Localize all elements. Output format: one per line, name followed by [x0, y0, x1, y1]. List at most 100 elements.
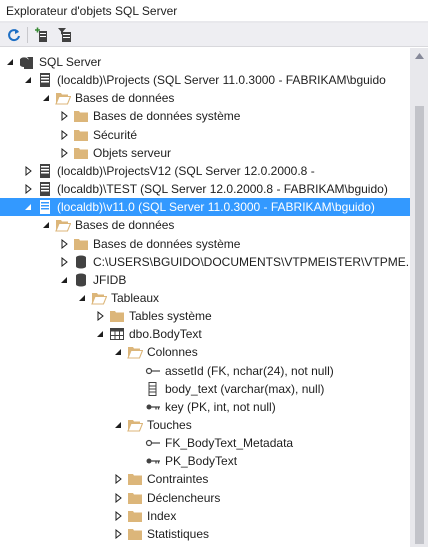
folder-open-icon — [127, 417, 143, 433]
folder-icon — [127, 526, 143, 542]
tree-node-label: FK_BodyText_Metadata — [165, 436, 294, 451]
chevron-up-icon — [414, 53, 424, 59]
primary-key-icon — [145, 453, 161, 469]
tree-node-label: Colonnes — [147, 345, 198, 360]
expand-arrow-icon[interactable] — [23, 202, 33, 212]
tree-node[interactable]: assetId (FK, nchar(24), not null) — [0, 362, 410, 380]
tree-node[interactable]: Bases de données — [0, 89, 410, 107]
folder-icon — [127, 508, 143, 524]
folder-icon — [109, 308, 125, 324]
tree-node[interactable]: (localdb)\ProjectsV12 (SQL Server 12.0.2… — [0, 162, 410, 180]
tree-node[interactable]: Colonnes — [0, 343, 410, 361]
collapse-arrow-icon[interactable] — [23, 184, 33, 195]
tree-node[interactable]: body_text (varchar(max), null) — [0, 380, 410, 398]
expand-arrow-icon[interactable] — [23, 75, 33, 85]
tree-node-label: Bases de données — [75, 91, 175, 106]
collapse-arrow-icon[interactable] — [59, 111, 69, 122]
column-icon — [145, 381, 161, 397]
expand-arrow-icon[interactable] — [41, 220, 51, 230]
collapse-arrow-icon[interactable] — [59, 147, 69, 158]
window-title: Explorateur d'objets SQL Server — [6, 4, 178, 18]
collapse-arrow-icon[interactable] — [95, 311, 105, 322]
title-bar: Explorateur d'objets SQL Server — [0, 0, 428, 23]
expand-arrow-icon[interactable] — [5, 57, 15, 67]
tree-node[interactable]: Touches — [0, 416, 410, 434]
collapse-arrow-icon[interactable] — [59, 129, 69, 140]
tree-node[interactable]: Bases de données système — [0, 235, 410, 253]
expand-arrow-icon[interactable] — [59, 275, 69, 285]
tree-node[interactable]: FK_BodyText_Metadata — [0, 434, 410, 452]
tree-node-label: Index — [147, 508, 177, 523]
tree-node-label: JFIDB — [93, 272, 127, 287]
folder-open-icon — [127, 344, 143, 360]
expand-arrow-icon[interactable] — [95, 329, 105, 339]
tree-node-label: Statistiques — [147, 526, 210, 541]
tree-node-label: Bases de données système — [93, 109, 241, 124]
expand-arrow-icon[interactable] — [41, 93, 51, 103]
tree-node[interactable]: Contraintes — [0, 470, 410, 488]
tree-node[interactable]: Bases de données système — [0, 107, 410, 125]
tree-node[interactable]: Bases de données — [0, 216, 410, 234]
tree-node[interactable]: SQL Server — [0, 53, 410, 71]
scroll-thumb[interactable] — [415, 106, 424, 544]
primary-key-column-icon — [145, 399, 161, 415]
tree-node[interactable]: (localdb)\v11.0 (SQL Server 11.0.3000 - … — [0, 198, 410, 217]
tree-node[interactable]: key (PK, int, not null) — [0, 398, 410, 416]
tree-node-label: assetId (FK, nchar(24), not null) — [165, 363, 334, 378]
vertical-scrollbar[interactable] — [410, 48, 428, 547]
folder-icon — [127, 471, 143, 487]
folder-open-icon — [55, 90, 71, 106]
tree-node[interactable]: PK_BodyText — [0, 452, 410, 470]
tree-node[interactable]: (localdb)\Projects (SQL Server 11.0.3000… — [0, 71, 410, 89]
collapse-arrow-icon[interactable] — [59, 256, 69, 267]
tree-node[interactable]: Déclencheurs — [0, 489, 410, 507]
collapse-arrow-icon[interactable] — [113, 492, 123, 503]
tree-node-label: C:\USERS\BGUIDO\DOCUMENTS\VTPMEISTER\VTP… — [93, 254, 410, 269]
tree-node-label: Bases de données — [75, 218, 175, 233]
tree-node-label: body_text (varchar(max), null) — [165, 381, 325, 396]
tree-node-label: Sécurité — [93, 127, 138, 142]
filter-button[interactable] — [56, 26, 74, 44]
server-instance-icon — [37, 163, 53, 179]
server-instance-icon — [37, 72, 53, 88]
tree-node[interactable]: Statistiques — [0, 525, 410, 543]
expand-arrow-icon[interactable] — [113, 420, 123, 430]
collapse-arrow-icon[interactable] — [59, 238, 69, 249]
tree-node-label: PK_BodyText — [165, 454, 238, 469]
collapse-arrow-icon[interactable] — [113, 528, 123, 539]
tree-node-label: Touches — [147, 418, 192, 432]
collapse-arrow-icon[interactable] — [113, 474, 123, 485]
foreign-key-column-icon — [145, 363, 161, 379]
collapse-arrow-icon[interactable] — [23, 165, 33, 176]
collapse-arrow-icon[interactable] — [113, 510, 123, 521]
tree-node[interactable]: C:\USERS\BGUIDO\DOCUMENTS\VTPMEISTER\VTP… — [0, 253, 410, 271]
tree-node[interactable]: Tableaux — [0, 289, 410, 307]
folder-open-icon — [91, 290, 107, 306]
scroll-up-button[interactable] — [410, 48, 428, 64]
tree-node-label: Objets serveur — [93, 145, 172, 160]
tree-node[interactable]: Index — [0, 507, 410, 525]
object-explorer-tree: SQL Server (localdb)\Projects (SQL Server… — [0, 48, 410, 547]
table-icon — [109, 326, 125, 342]
tree-node-label: Déclencheurs — [147, 490, 221, 505]
tree-node[interactable]: dbo.BodyText — [0, 325, 410, 343]
refresh-button[interactable] — [5, 26, 23, 44]
tree-node[interactable]: Sécurité — [0, 126, 410, 144]
tree-node-label: (localdb)\v11.0 (SQL Server 11.0.3000 - … — [57, 200, 375, 215]
tree-node-label: SQL Server — [39, 55, 102, 69]
tree-node[interactable]: (localdb)\TEST (SQL Server 12.0.2000.8 -… — [0, 180, 410, 198]
expand-arrow-icon[interactable] — [77, 293, 87, 303]
tree-node-label: dbo.BodyText — [129, 327, 202, 342]
add-server-button[interactable] — [33, 26, 51, 44]
tree-node[interactable]: JFIDB — [0, 271, 410, 289]
tree-node[interactable]: Tables système — [0, 307, 410, 325]
tree-node-label: (localdb)\TEST (SQL Server 12.0.2000.8 -… — [57, 182, 388, 197]
tree-node[interactable]: Objets serveur — [0, 144, 410, 162]
tree-node-label: Bases de données système — [93, 236, 241, 251]
add-server-icon — [35, 27, 47, 42]
toolbar — [0, 23, 428, 47]
expand-arrow-icon[interactable] — [113, 347, 123, 357]
tree-node-label: (localdb)\ProjectsV12 (SQL Server 12.0.2… — [57, 163, 315, 178]
folder-icon — [73, 236, 89, 252]
folder-icon — [73, 145, 89, 161]
